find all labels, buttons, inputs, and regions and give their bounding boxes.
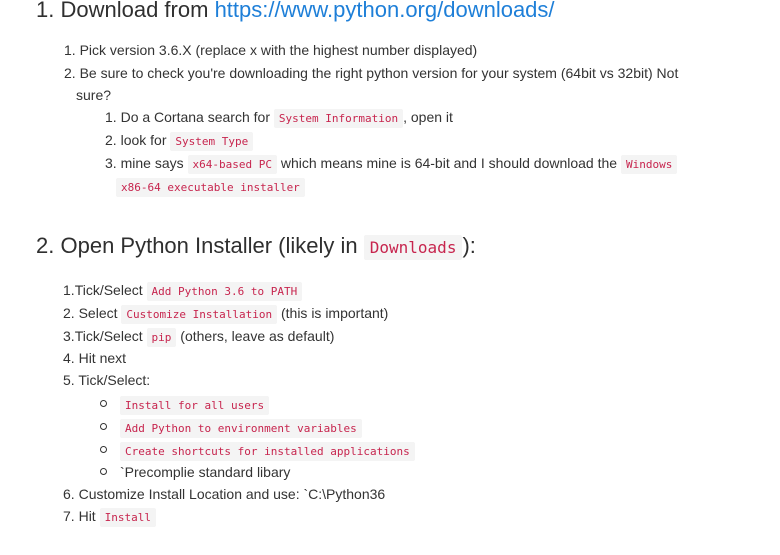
item-number: 1. [64, 42, 76, 58]
list-item: 5. Tick/Select: [63, 370, 150, 390]
inline-code: System Information [273, 109, 404, 128]
bullet-item: Add Python to environment variables [100, 417, 362, 439]
item-text: (others, leave as default) [180, 328, 335, 344]
section-2-number: 2. [36, 233, 55, 258]
item-text: Hit next [78, 350, 127, 366]
bullet-item: Install for all users [100, 394, 270, 416]
list-item: 7. Hit Install [63, 506, 156, 528]
list-item: 1.Tick/Select Add Python 3.6 to PATH [63, 280, 303, 302]
item-text: which means mine is 64-bit and I should … [280, 155, 618, 171]
inline-code: Install for all users [120, 396, 270, 415]
section-2-title-end: ): [462, 233, 476, 258]
inline-code: Create shortcuts for installed applicati… [120, 442, 415, 461]
inline-code: x64-based PC [187, 155, 277, 174]
list-item: 1. Pick version 3.6.X (replace x with th… [64, 40, 477, 60]
item-text: Do a Cortana search for [120, 109, 270, 125]
list-item: 3.Tick/Select pip (others, leave as defa… [63, 326, 334, 348]
section-1-heading: 1. Download from https://www.python.org/… [36, 0, 555, 23]
inline-code: Add Python 3.6 to PATH [146, 282, 303, 301]
circle-bullet-icon [100, 467, 107, 475]
list-item: 2. Be sure to check you're downloading t… [64, 63, 678, 83]
item-text: Tick/Select [74, 282, 143, 298]
inline-code: System Type [170, 132, 254, 151]
section-2-title: Open Python Installer (likely in [60, 233, 358, 258]
list-item: 2. Select Customize Installation (this i… [63, 303, 388, 325]
inline-code: x86-64 executable installer [116, 178, 305, 197]
item-number: 7. [63, 508, 75, 524]
item-text: mine says [120, 155, 184, 171]
sub-list-item-continuation: x86-64 executable installer [116, 176, 305, 198]
bullet-item: `Precomplie standard libary [100, 462, 290, 482]
item-text: Tick/Select [74, 328, 143, 344]
item-number: 1. [105, 109, 117, 125]
item-text: Hit [78, 508, 96, 524]
section-1-title: Download from [60, 0, 209, 22]
item-text: sure? [76, 87, 112, 103]
inline-code: Downloads [363, 235, 463, 260]
item-text: Tick/Select: [78, 372, 151, 388]
sub-list-item: 3. mine says x64-based PC which means mi… [105, 153, 678, 175]
item-number: 2. [63, 305, 75, 321]
item-text: Pick version 3.6.X (replace x with the h… [79, 42, 478, 58]
inline-code: pip [146, 328, 177, 347]
inline-code: Install [99, 508, 156, 527]
item-number: 3. [63, 328, 75, 344]
python-downloads-link[interactable]: https://www.python.org/downloads/ [215, 0, 555, 22]
item-text: `Precomplie standard libary [120, 464, 291, 480]
item-text: , open it [403, 109, 453, 125]
item-number: 2. [105, 132, 117, 148]
section-1-number: 1. [36, 0, 55, 22]
inline-code: Add Python to environment variables [120, 419, 362, 438]
item-number: 4. [63, 350, 75, 366]
section-2-heading: 2. Open Python Installer (likely in Down… [36, 233, 476, 260]
inline-code: Windows [620, 155, 678, 174]
item-number: 1. [63, 282, 75, 298]
circle-bullet-icon [100, 399, 107, 407]
sub-list-item: 2. look for System Type [105, 130, 254, 152]
bullet-item: Create shortcuts for installed applicati… [100, 440, 415, 462]
list-item: 4. Hit next [63, 348, 126, 368]
list-item-continuation: sure? [76, 85, 111, 105]
item-text: (this is important) [280, 305, 389, 321]
item-number: 2. [64, 65, 76, 81]
item-text: Be sure to check you're downloading the … [79, 65, 679, 81]
item-number: 6. [63, 486, 75, 502]
item-number: 3. [105, 155, 117, 171]
circle-bullet-icon [100, 445, 107, 453]
sub-list-item: 1. Do a Cortana search for System Inform… [105, 107, 453, 129]
inline-code: Customize Installation [121, 305, 278, 324]
list-item: 6. Customize Install Location and use: `… [63, 484, 385, 504]
item-number: 5. [63, 372, 75, 388]
item-text: Select [78, 305, 118, 321]
item-text: look for [120, 132, 167, 148]
item-text: Customize Install Location and use: `C:\… [78, 486, 386, 502]
circle-bullet-icon [100, 422, 107, 430]
